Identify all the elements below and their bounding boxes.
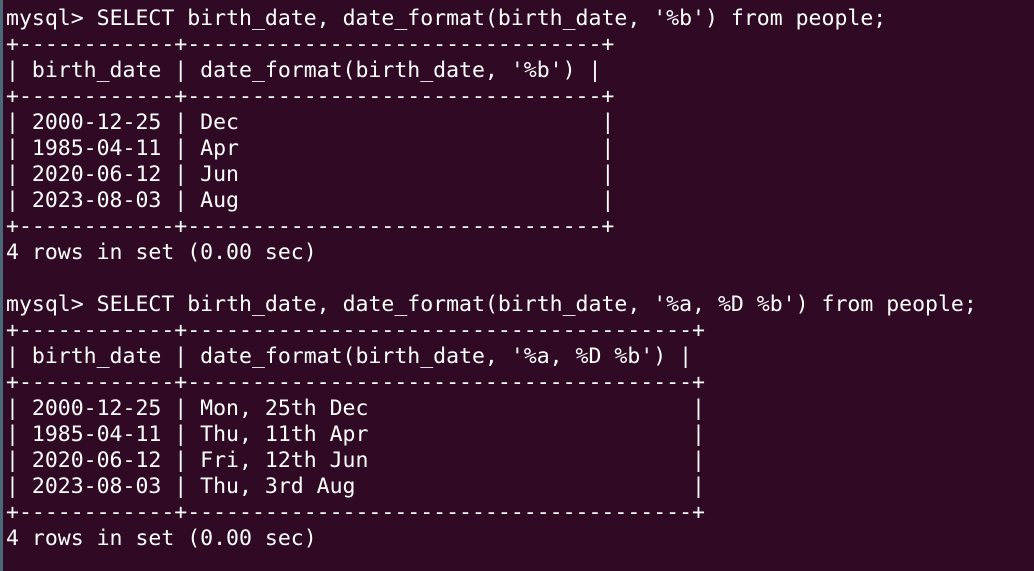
prompt: mysql> [6, 6, 84, 31]
result-status: 4 rows in set (0.00 sec) [6, 526, 317, 551]
table-row: | 2020-06-12 | Fri, 12th Jun | [6, 448, 705, 473]
table-border: +------------+--------------------------… [6, 500, 705, 525]
sql-command: SELECT birth_date, date_format(birth_dat… [96, 6, 887, 31]
table-header: | birth_date | date_format(birth_date, '… [6, 58, 602, 83]
table-header: | birth_date | date_format(birth_date, '… [6, 344, 693, 369]
table-row: | 1985-04-11 | Apr | [6, 136, 615, 161]
table-row: | 2020-06-12 | Jun | [6, 162, 615, 187]
table-border: +------------+--------------------------… [6, 214, 615, 239]
table-border: +------------+--------------------------… [6, 370, 705, 395]
command-line-1: mysql> SELECT birth_date, date_format(bi… [6, 6, 1034, 32]
table-row: | 1985-04-11 | Thu, 11th Apr | [6, 422, 705, 447]
table-row: | 2000-12-25 | Dec | [6, 110, 615, 135]
table-row: | 2023-08-03 | Aug | [6, 188, 615, 213]
prompt: mysql> [6, 292, 84, 317]
result-status: 4 rows in set (0.00 sec) [6, 240, 317, 265]
table-border: +------------+--------------------------… [6, 318, 705, 343]
table-border: +------------+--------------------------… [6, 32, 615, 57]
table-border: +------------+--------------------------… [6, 84, 615, 109]
command-line-2: mysql> SELECT birth_date, date_format(bi… [6, 292, 1034, 318]
window-edge [0, 0, 3, 571]
sql-command: SELECT birth_date, date_format(birth_dat… [96, 292, 977, 317]
table-row: | 2000-12-25 | Mon, 25th Dec | [6, 396, 705, 421]
table-row: | 2023-08-03 | Thu, 3rd Aug | [6, 474, 705, 499]
terminal-window[interactable]: mysql> SELECT birth_date, date_format(bi… [0, 0, 1034, 571]
